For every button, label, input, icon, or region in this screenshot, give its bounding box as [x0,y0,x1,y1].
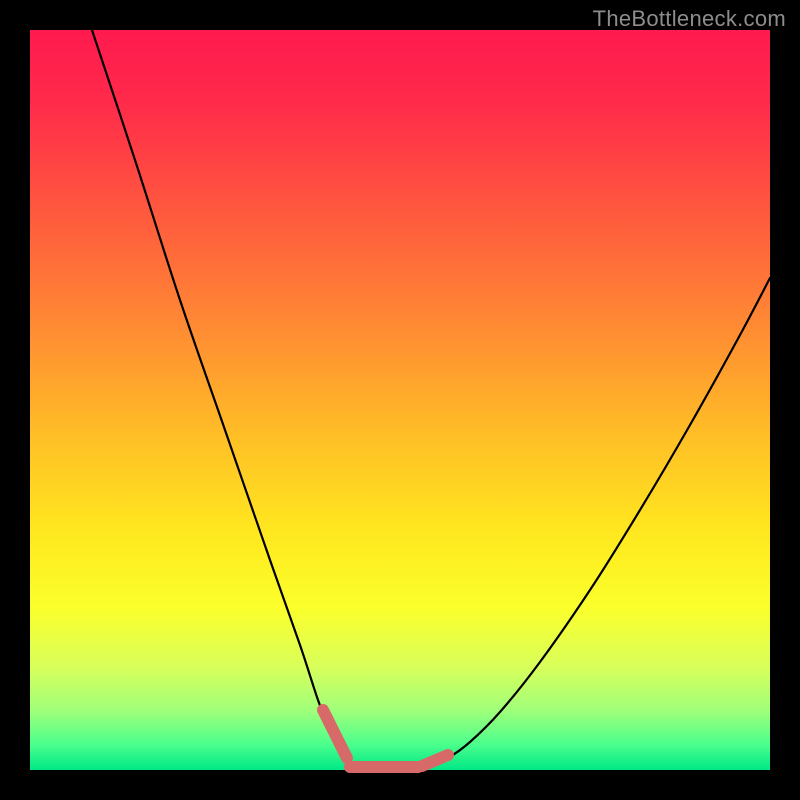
gradient-plot-area [30,30,770,770]
watermark-label: TheBottleneck.com [593,6,786,32]
chart-canvas: TheBottleneck.com [0,0,800,800]
bottleneck-chart [0,0,800,800]
